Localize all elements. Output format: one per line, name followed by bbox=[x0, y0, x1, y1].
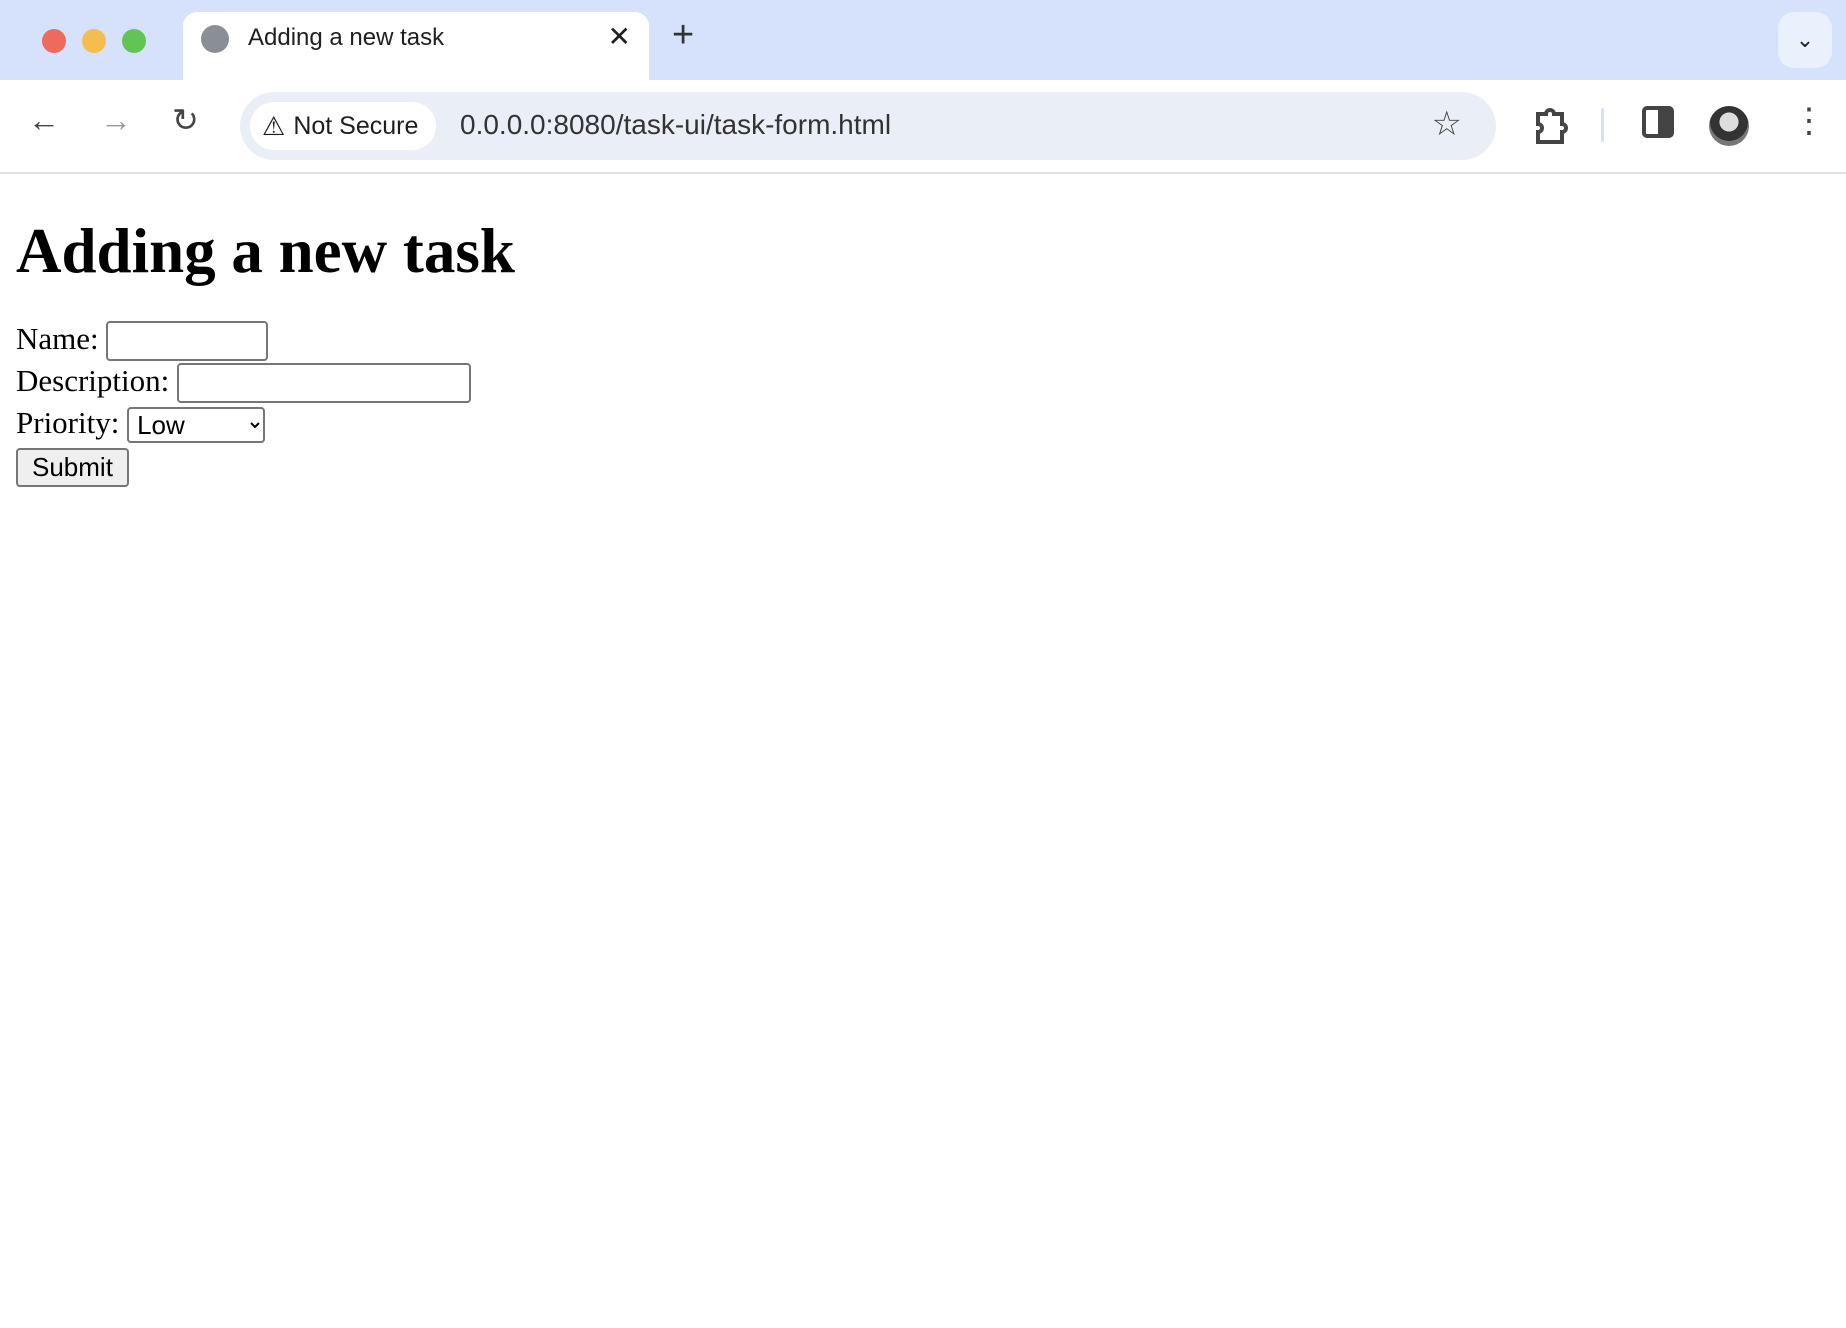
name-label: Name: bbox=[16, 320, 99, 356]
warning-icon: ⚠ bbox=[262, 110, 286, 141]
description-row: Description: bbox=[16, 360, 515, 404]
address-bar[interactable]: ⚠ Not Secure 0.0.0.0:8080/task-ui/task-f… bbox=[240, 92, 1496, 160]
kebab-menu-icon[interactable]: ⋮ bbox=[1792, 104, 1826, 138]
extensions-puzzle-icon[interactable] bbox=[1534, 106, 1570, 151]
name-input[interactable] bbox=[106, 321, 269, 362]
priority-select[interactable]: Low bbox=[127, 407, 266, 444]
priority-label: Priority: bbox=[16, 404, 120, 440]
new-tab-button[interactable]: + bbox=[672, 16, 694, 54]
url-text[interactable]: 0.0.0.0:8080/task-ui/task-form.html bbox=[460, 109, 891, 141]
close-tab-icon[interactable]: ✕ bbox=[608, 20, 631, 53]
window-minimize-button[interactable] bbox=[82, 29, 106, 53]
priority-row: Priority: Low bbox=[16, 402, 515, 444]
description-input[interactable] bbox=[177, 363, 471, 404]
profile-avatar[interactable] bbox=[1709, 106, 1749, 146]
window-close-button[interactable] bbox=[42, 29, 66, 53]
tab-search-button[interactable]: ⌄ bbox=[1778, 12, 1832, 68]
reload-button[interactable]: ↻ bbox=[172, 104, 199, 136]
page-content: Adding a new task Name: Description: Pri… bbox=[16, 172, 515, 487]
page-title: Adding a new task bbox=[16, 216, 515, 286]
browser-toolbar: ← → ↻ ⚠ Not Secure 0.0.0.0:8080/task-ui/… bbox=[0, 80, 1846, 174]
bookmark-star-icon[interactable]: ☆ bbox=[1432, 104, 1462, 144]
toolbar-divider bbox=[1601, 108, 1604, 142]
browser-tab[interactable]: Adding a new task ✕ bbox=[183, 12, 649, 80]
security-label: Not Secure bbox=[293, 111, 419, 140]
back-button[interactable]: ← bbox=[28, 104, 60, 136]
security-chip[interactable]: ⚠ Not Secure bbox=[250, 102, 437, 150]
name-row: Name: bbox=[16, 318, 515, 362]
globe-icon bbox=[201, 25, 229, 53]
forward-button[interactable]: → bbox=[100, 104, 132, 136]
description-label: Description: bbox=[16, 362, 170, 398]
tab-strip: Adding a new task ✕ + ⌄ bbox=[0, 0, 1846, 80]
side-panel-icon[interactable] bbox=[1642, 106, 1674, 143]
task-form: Name: Description: Priority: Low Submit bbox=[16, 318, 515, 487]
window-maximize-button[interactable] bbox=[122, 29, 146, 53]
submit-button[interactable]: Submit bbox=[16, 447, 129, 487]
tab-title: Adding a new task bbox=[248, 24, 445, 51]
